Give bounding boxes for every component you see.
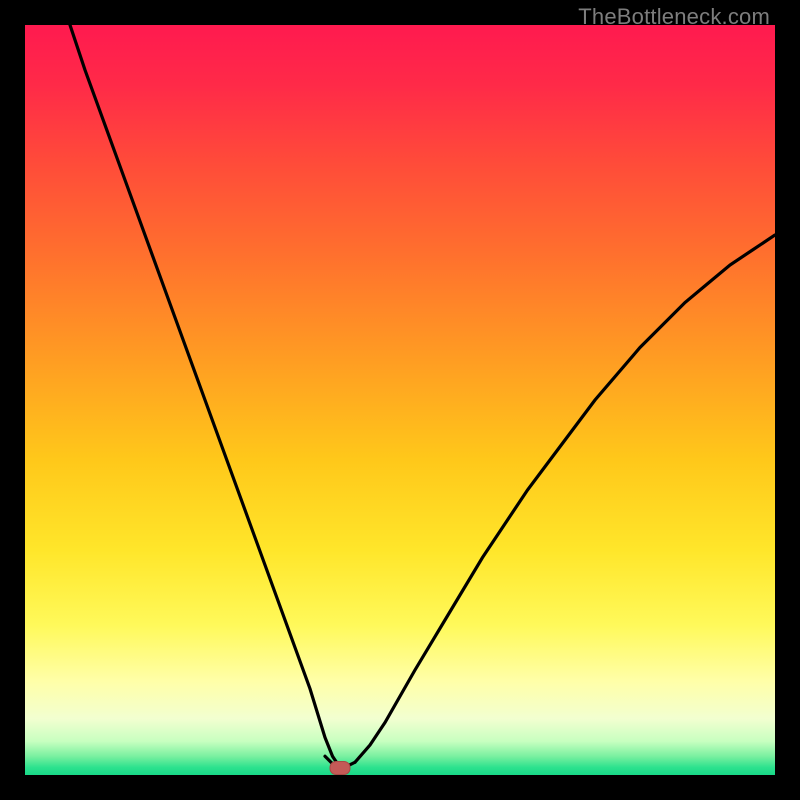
chart-frame [25,25,775,775]
gradient-rect [25,25,775,775]
bottleneck-chart [25,25,775,775]
watermark-text: TheBottleneck.com [578,4,770,30]
valley-marker [330,762,350,775]
